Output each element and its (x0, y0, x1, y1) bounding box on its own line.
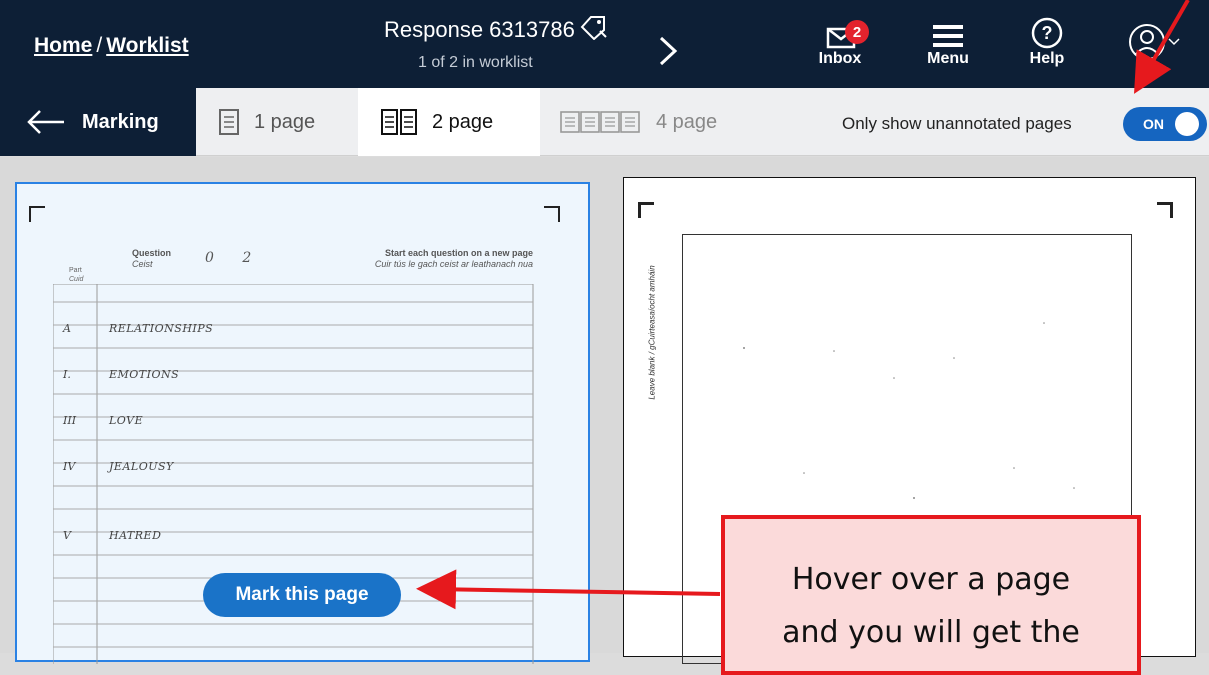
arrow-to-mark-button (416, 569, 721, 610)
arrow-to-toggle (1134, 0, 1190, 94)
annotation-arrows (416, 0, 1190, 610)
